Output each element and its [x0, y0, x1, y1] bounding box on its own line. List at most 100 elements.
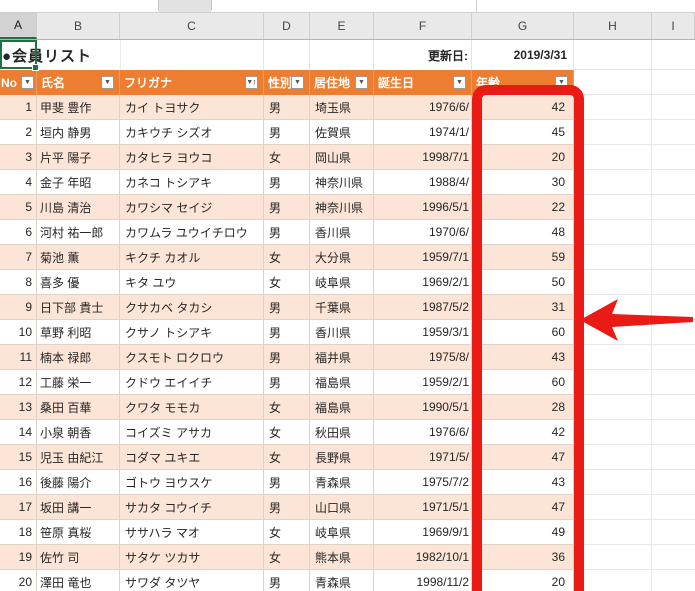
cell-residence[interactable]: 千葉県 [310, 295, 374, 320]
cell-name[interactable]: 澤田 竜也 [37, 570, 120, 591]
cell-residence[interactable]: 福島県 [310, 370, 374, 395]
cell-birthday[interactable]: 1976/6/ [374, 95, 472, 120]
cell-birthday[interactable]: 1998/7/1 [374, 145, 472, 170]
cell-furigana[interactable]: コイズミ アサカ [120, 420, 264, 445]
cell-age[interactable]: 36 [472, 545, 574, 570]
cell-furigana[interactable]: ゴトウ ヨウスケ [120, 470, 264, 495]
cell-empty-i[interactable] [652, 495, 695, 520]
cell-gender[interactable]: 女 [264, 445, 310, 470]
cell-age[interactable]: 43 [472, 470, 574, 495]
cell-birthday[interactable]: 1988/4/ [374, 170, 472, 195]
cell-empty-h[interactable] [574, 395, 652, 420]
cell-furigana[interactable]: クワタ モモカ [120, 395, 264, 420]
cell-gender[interactable]: 男 [264, 570, 310, 591]
cell-empty-h[interactable] [574, 120, 652, 145]
cell-empty-i[interactable] [652, 170, 695, 195]
cell-empty-i[interactable] [652, 95, 695, 120]
cell-empty-i[interactable] [652, 445, 695, 470]
cell-age[interactable]: 50 [472, 270, 574, 295]
cell-age[interactable]: 45 [472, 120, 574, 145]
cell-age[interactable]: 59 [472, 245, 574, 270]
cell-furigana[interactable]: カイ トヨサク [120, 95, 264, 120]
cell-gender[interactable]: 男 [264, 470, 310, 495]
cell-age[interactable]: 42 [472, 95, 574, 120]
cell-gender[interactable]: 女 [264, 420, 310, 445]
cell-empty-i[interactable] [652, 220, 695, 245]
cell-empty-i[interactable] [652, 545, 695, 570]
cell-age[interactable]: 28 [472, 395, 574, 420]
cell-furigana[interactable]: サカタ コウイチ [120, 495, 264, 520]
cell-empty-h[interactable] [574, 545, 652, 570]
cell-residence[interactable]: 岐阜県 [310, 520, 374, 545]
cell-residence[interactable]: 岐阜県 [310, 270, 374, 295]
cell-furigana[interactable]: サタケ ツカサ [120, 545, 264, 570]
cell-furigana[interactable]: サワダ タツヤ [120, 570, 264, 591]
cell-age[interactable]: 47 [472, 445, 574, 470]
cell-birthday[interactable]: 1970/6/ [374, 220, 472, 245]
cell-age[interactable]: 31 [472, 295, 574, 320]
cell-age[interactable]: 60 [472, 370, 574, 395]
cell-furigana[interactable]: クスモト ロクロウ [120, 345, 264, 370]
cell-name[interactable]: 片平 陽子 [37, 145, 120, 170]
cell-residence[interactable]: 神奈川県 [310, 170, 374, 195]
filter-button-furigana-sorted[interactable]: ▼↑ [245, 76, 258, 89]
cell-age[interactable]: 48 [472, 220, 574, 245]
cell-no[interactable]: 14 [0, 420, 37, 445]
cell-birthday[interactable]: 1976/6/ [374, 420, 472, 445]
cell-name[interactable]: 笹原 真桜 [37, 520, 120, 545]
cell-name[interactable]: 小泉 朝香 [37, 420, 120, 445]
cell-gender[interactable]: 女 [264, 145, 310, 170]
cell-empty-h[interactable] [574, 220, 652, 245]
cell-no[interactable]: 5 [0, 195, 37, 220]
cell-no[interactable]: 6 [0, 220, 37, 245]
cell-empty-i[interactable] [652, 295, 695, 320]
cell-gender[interactable]: 男 [264, 320, 310, 345]
cell-birthday[interactable]: 1987/5/2 [374, 295, 472, 320]
cell-empty-h[interactable] [574, 570, 652, 591]
cell-empty-i[interactable] [652, 520, 695, 545]
empty-cell[interactable] [574, 40, 652, 70]
cell-birthday[interactable]: 1975/7/2 [374, 470, 472, 495]
cell-empty-i[interactable] [652, 320, 695, 345]
cell-gender[interactable]: 女 [264, 395, 310, 420]
cell-birthday[interactable]: 1998/11/2 [374, 570, 472, 591]
filter-button-no[interactable]: ▼ [21, 76, 34, 89]
cell-no[interactable]: 2 [0, 120, 37, 145]
column-letter-B[interactable]: B [37, 13, 120, 39]
filter-button-gender[interactable]: ▼ [291, 76, 304, 89]
column-letter-A[interactable]: A [0, 13, 37, 39]
cell-name[interactable]: 甲斐 豊作 [37, 95, 120, 120]
cell-gender[interactable]: 男 [264, 170, 310, 195]
cell-age[interactable]: 20 [472, 570, 574, 591]
cell-name[interactable]: 後藤 陽介 [37, 470, 120, 495]
column-letter-I[interactable]: I [652, 13, 695, 39]
cell-birthday[interactable]: 1975/8/ [374, 345, 472, 370]
cell-empty-h[interactable] [574, 95, 652, 120]
empty-cell[interactable] [652, 70, 695, 95]
cell-gender[interactable]: 男 [264, 95, 310, 120]
cell-birthday[interactable]: 1959/7/1 [374, 245, 472, 270]
cell-gender[interactable]: 女 [264, 520, 310, 545]
empty-cell[interactable] [310, 40, 374, 70]
filter-button-residence[interactable]: ▼ [355, 76, 368, 89]
empty-cell[interactable] [574, 70, 652, 95]
cell-no[interactable]: 18 [0, 520, 37, 545]
cell-birthday[interactable]: 1990/5/1 [374, 395, 472, 420]
cell-gender[interactable]: 男 [264, 495, 310, 520]
column-letter-H[interactable]: H [574, 13, 652, 39]
cell-residence[interactable]: 福島県 [310, 395, 374, 420]
cell-furigana[interactable]: クサカベ タカシ [120, 295, 264, 320]
cell-residence[interactable]: 香川県 [310, 220, 374, 245]
cell-furigana[interactable]: ササハラ マオ [120, 520, 264, 545]
cell-age[interactable]: 22 [472, 195, 574, 220]
cell-no[interactable]: 19 [0, 545, 37, 570]
title-cell[interactable]: ●会員リスト [0, 40, 264, 70]
cell-empty-i[interactable] [652, 420, 695, 445]
filter-button-birthday[interactable]: ▼ [453, 76, 466, 89]
cell-empty-h[interactable] [574, 195, 652, 220]
cell-furigana[interactable]: クサノ トシアキ [120, 320, 264, 345]
cell-birthday[interactable]: 1974/1/ [374, 120, 472, 145]
cell-empty-h[interactable] [574, 370, 652, 395]
cell-empty-h[interactable] [574, 320, 652, 345]
cell-birthday[interactable]: 1969/9/1 [374, 520, 472, 545]
